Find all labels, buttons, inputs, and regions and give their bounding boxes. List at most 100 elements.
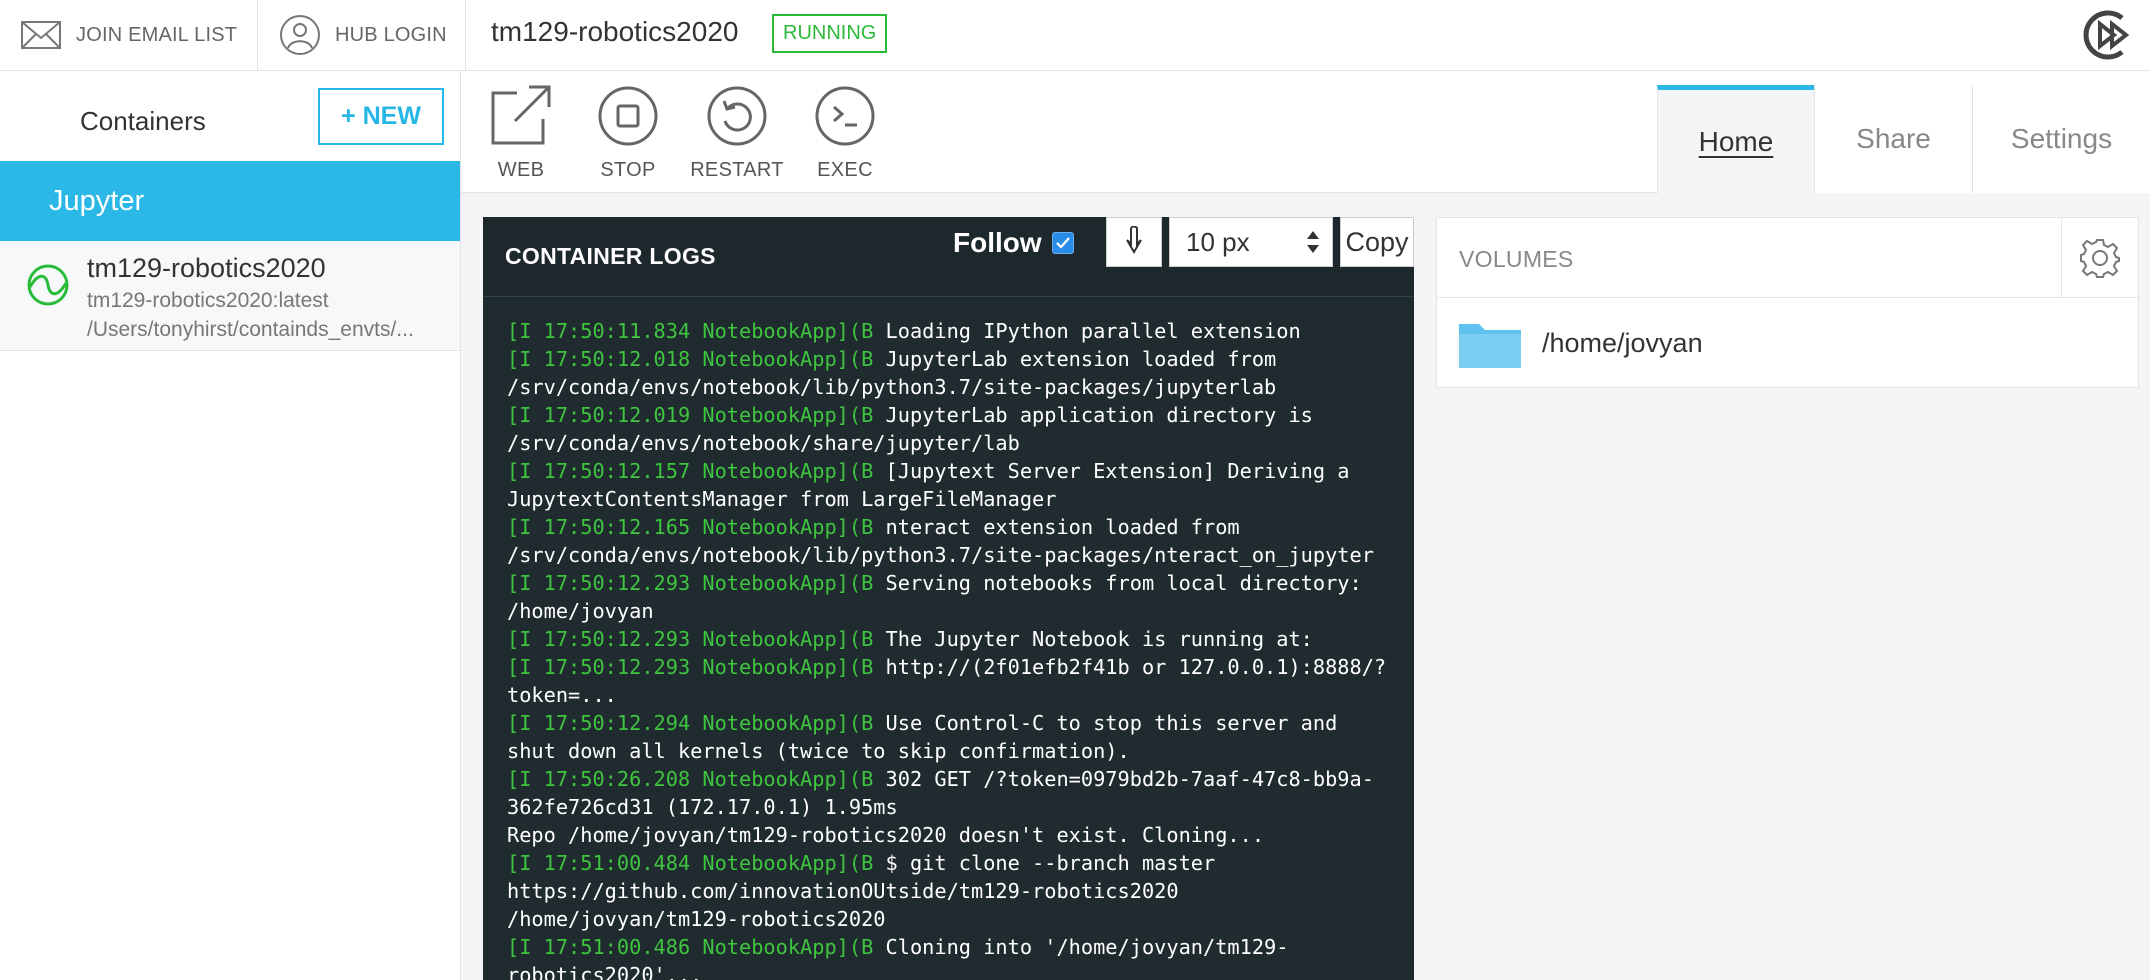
follow-checkbox[interactable] [1051, 232, 1074, 254]
arrow-down-icon [1126, 226, 1142, 254]
log-prefix: [I 17:50:12.165 NotebookApp](B [507, 515, 874, 539]
web-button[interactable]: WEB [471, 85, 571, 182]
log-text: /srv/conda/envs/notebook/share/jupyter/l… [507, 431, 1020, 455]
log-text: $ git clone --branch master [873, 851, 1216, 875]
restart-label: RESTART [690, 159, 784, 181]
container-logs-panel: CONTAINER LOGS Follow 10 px Copy [I 17:5… [483, 217, 1414, 980]
stop-button[interactable]: STOP [578, 85, 678, 182]
folder-icon [1459, 324, 1521, 368]
log-line: robotics2020'... [507, 961, 1407, 980]
follow-toggle[interactable]: Follow [953, 227, 1074, 259]
log-line: [I 17:50:12.293 NotebookApp](B The Jupyt… [507, 625, 1407, 653]
log-text: Use Control-C to stop this server and [873, 711, 1338, 735]
tab-home[interactable]: Home [1657, 85, 1814, 193]
volumes-settings-button[interactable] [2061, 218, 2138, 298]
log-text: Cloning into '/home/jovyan/tm129- [873, 935, 1289, 959]
volume-path: /home/jovyan [1542, 328, 1703, 358]
app-logo [2078, 6, 2136, 69]
status-badge: RUNNING [772, 14, 888, 53]
log-line: [I 17:50:12.293 NotebookApp](B Serving n… [507, 569, 1407, 597]
log-line: [I 17:50:12.157 NotebookApp](B [Jupytext… [507, 457, 1407, 485]
font-size-value: 10 px [1186, 226, 1250, 257]
container-title: tm129-robotics2020 [491, 16, 739, 47]
log-line: [I 17:50:12.019 NotebookApp](B JupyterLa… [507, 401, 1407, 429]
restart-button[interactable]: RESTART [687, 85, 787, 182]
log-text: [Jupytext Server Extension] Deriving a [873, 459, 1350, 483]
exec-label: EXEC [817, 159, 873, 181]
user-icon [280, 15, 320, 55]
log-text: Repo /home/jovyan/tm129-robotics2020 doe… [507, 823, 1265, 847]
sidebar-title: Containers [80, 106, 206, 136]
log-line: [I 17:50:26.208 NotebookApp](B 302 GET /… [507, 765, 1407, 793]
scroll-bottom-button[interactable] [1106, 217, 1162, 267]
copy-button[interactable]: Copy [1340, 217, 1414, 267]
font-size-select[interactable]: 10 px [1169, 217, 1333, 267]
log-text: nteract extension loaded from [873, 515, 1240, 539]
log-prefix: [I 17:50:12.019 NotebookApp](B [507, 403, 874, 427]
log-line: [I 17:50:12.294 NotebookApp](B Use Contr… [507, 709, 1407, 737]
stop-icon [598, 86, 658, 146]
log-line: /home/jovyan/tm129-robotics2020 [507, 905, 1407, 933]
log-output: [I 17:50:11.834 NotebookApp](B Loading I… [507, 317, 1407, 980]
gear-icon [2080, 239, 2120, 278]
log-text: JupyterLab application directory is [873, 403, 1313, 427]
log-line: /srv/conda/envs/notebook/lib/python3.7/s… [507, 541, 1407, 569]
log-text: 302 GET /?token=0979bd2b-7aaf-47c8-bb9a- [873, 767, 1374, 791]
log-text: /srv/conda/envs/notebook/lib/python3.7/s… [507, 543, 1374, 567]
log-text: Serving notebooks from local directory: [873, 571, 1362, 595]
hub-login-button[interactable]: HUB LOGIN [279, 0, 447, 70]
join-email-button[interactable]: JOIN EMAIL LIST [20, 0, 237, 70]
container-item-path: /Users/tonyhirst/containds_envts/... [87, 318, 414, 341]
log-line: [I 17:50:12.293 NotebookApp](B http://(2… [507, 653, 1407, 681]
tab-share[interactable]: Share [1814, 85, 1972, 193]
stop-label: STOP [600, 159, 656, 181]
log-text: https://github.com/innovationOUtside/tm1… [507, 879, 1179, 903]
log-text: /srv/conda/envs/notebook/lib/python3.7/s… [507, 375, 1277, 399]
envelope-icon [21, 21, 61, 49]
log-line: [I 17:50:11.834 NotebookApp](B Loading I… [507, 317, 1407, 345]
log-text: The Jupyter Notebook is running at: [873, 627, 1313, 651]
topbar-divider [257, 0, 258, 70]
log-text: token=... [507, 683, 617, 707]
container-item-image: tm129-robotics2020:latest [87, 289, 329, 312]
log-line: token=... [507, 681, 1407, 709]
log-text: shut down all kernels (twice to skip con… [507, 739, 1130, 763]
running-status-icon [27, 264, 69, 306]
log-text: JupyterLab extension loaded from [873, 347, 1277, 371]
action-toolbar: WEB STOP RESTART EXEC Home Share Setting… [461, 71, 2150, 193]
log-line: /srv/conda/envs/notebook/share/jupyter/l… [507, 429, 1407, 457]
log-text: /home/jovyan/tm129-robotics2020 [507, 907, 886, 931]
log-prefix: [I 17:50:12.018 NotebookApp](B [507, 347, 874, 371]
exec-button[interactable]: EXEC [795, 85, 895, 182]
log-prefix: [I 17:50:12.293 NotebookApp](B [507, 627, 874, 651]
log-text: Loading IPython parallel extension [873, 319, 1301, 343]
log-text: http://(2f01efb2f41b or 127.0.0.1):8888/… [873, 655, 1387, 679]
log-line: [I 17:51:00.486 NotebookApp](B Cloning i… [507, 933, 1407, 961]
volumes-panel: VOLUMES /home/jovyan [1436, 217, 2139, 388]
volumes-title: VOLUMES [1459, 246, 1574, 272]
sidebar-group-jupyter[interactable]: Jupyter [0, 161, 460, 241]
new-container-button[interactable]: + NEW [318, 88, 444, 145]
follow-label: Follow [953, 227, 1042, 258]
logs-title: CONTAINER LOGS [505, 243, 716, 269]
volume-row[interactable]: /home/jovyan [1437, 298, 2138, 388]
log-prefix: [I 17:50:12.293 NotebookApp](B [507, 655, 874, 679]
log-text: /home/jovyan [507, 599, 654, 623]
log-prefix: [I 17:51:00.484 NotebookApp](B [507, 851, 874, 875]
log-line: Repo /home/jovyan/tm129-robotics2020 doe… [507, 821, 1407, 849]
log-text: robotics2020'... [507, 963, 703, 980]
log-prefix: [I 17:50:12.293 NotebookApp](B [507, 571, 874, 595]
tab-settings[interactable]: Settings [1972, 85, 2150, 193]
log-line: https://github.com/innovationOUtside/tm1… [507, 877, 1407, 905]
log-line: [I 17:50:12.018 NotebookApp](B JupyterLa… [507, 345, 1407, 373]
hub-login-label: HUB LOGIN [335, 23, 447, 46]
logs-header: CONTAINER LOGS Follow 10 px Copy [483, 217, 1414, 297]
external-link-icon [491, 85, 551, 145]
main-panel: WEB STOP RESTART EXEC Home Share Setting… [461, 71, 2150, 980]
container-item-name: tm129-robotics2020 [87, 253, 326, 283]
topbar-divider [465, 0, 466, 70]
log-prefix: [I 17:51:00.486 NotebookApp](B [507, 935, 874, 959]
web-label: WEB [497, 159, 545, 181]
log-prefix: [I 17:50:12.294 NotebookApp](B [507, 711, 874, 735]
check-icon [1055, 237, 1070, 249]
